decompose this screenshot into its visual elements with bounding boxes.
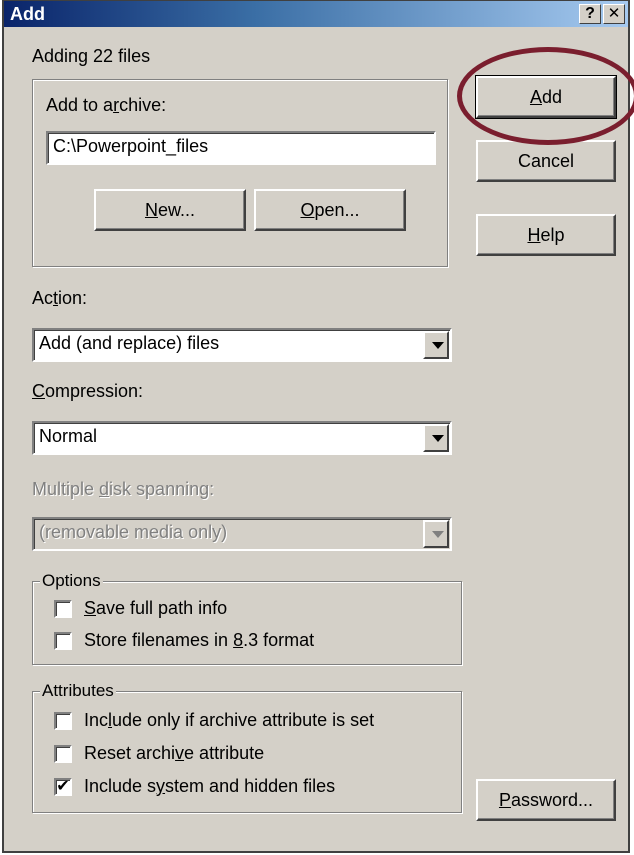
action-label: Action: xyxy=(32,288,88,308)
open-button[interactable]: Open... xyxy=(254,189,406,231)
title-bar[interactable]: Add ? ✕ xyxy=(4,1,628,27)
options-group xyxy=(32,581,462,665)
system-hidden-label: Include system and hidden files xyxy=(84,776,336,796)
compression-dropdown[interactable]: Normal xyxy=(32,421,452,455)
archive-label: Add to archive: xyxy=(46,95,167,115)
spanning-dropdown: (removable media only) xyxy=(32,517,452,551)
archive-attr-checkbox[interactable] xyxy=(54,712,72,730)
system-hidden-checkbox[interactable]: ✔ xyxy=(54,778,72,796)
options-legend: Options xyxy=(40,571,103,591)
save-full-path-label: Save full path info xyxy=(84,598,228,618)
help-question-button[interactable]: ? xyxy=(579,4,601,24)
action-dropdown[interactable]: Add (and replace) files xyxy=(32,328,452,362)
window-title: Add xyxy=(10,4,45,24)
help-button[interactable]: Help xyxy=(476,214,616,256)
archive-attr-label: Include only if archive attribute is set xyxy=(84,710,375,730)
reset-attr-checkbox[interactable] xyxy=(54,745,72,763)
compression-label: Compression: xyxy=(32,381,144,401)
archive-path-input[interactable]: C:\Powerpoint_files xyxy=(46,131,436,165)
close-icon[interactable]: ✕ xyxy=(603,4,625,24)
spanning-selected-value: (removable media only) xyxy=(39,522,228,542)
action-selected-value: Add (and replace) files xyxy=(39,333,220,353)
compression-selected-value: Normal xyxy=(39,426,98,446)
store-83-label: Store filenames in 8.3 format xyxy=(84,630,315,650)
adding-files-status: Adding 22 files xyxy=(32,46,151,66)
add-dialog-window: Add ? ✕ Adding 22 files Add to archive: … xyxy=(2,0,634,853)
save-full-path-checkbox[interactable] xyxy=(54,600,72,618)
checkmark-icon: ✔ xyxy=(56,778,70,795)
spanning-label: Multiple disk spanning: xyxy=(32,479,215,499)
store-83-checkbox[interactable] xyxy=(54,632,72,650)
password-button[interactable]: Password... xyxy=(476,779,616,821)
attributes-legend: Attributes xyxy=(40,681,116,701)
new-button[interactable]: New... xyxy=(94,189,246,231)
chevron-down-icon xyxy=(423,520,449,548)
chevron-down-icon[interactable] xyxy=(423,331,449,359)
add-button[interactable]: Add xyxy=(475,75,617,119)
reset-attr-label: Reset archive attribute xyxy=(84,743,265,763)
cancel-button[interactable]: Cancel xyxy=(476,140,616,182)
chevron-down-icon[interactable] xyxy=(423,424,449,452)
